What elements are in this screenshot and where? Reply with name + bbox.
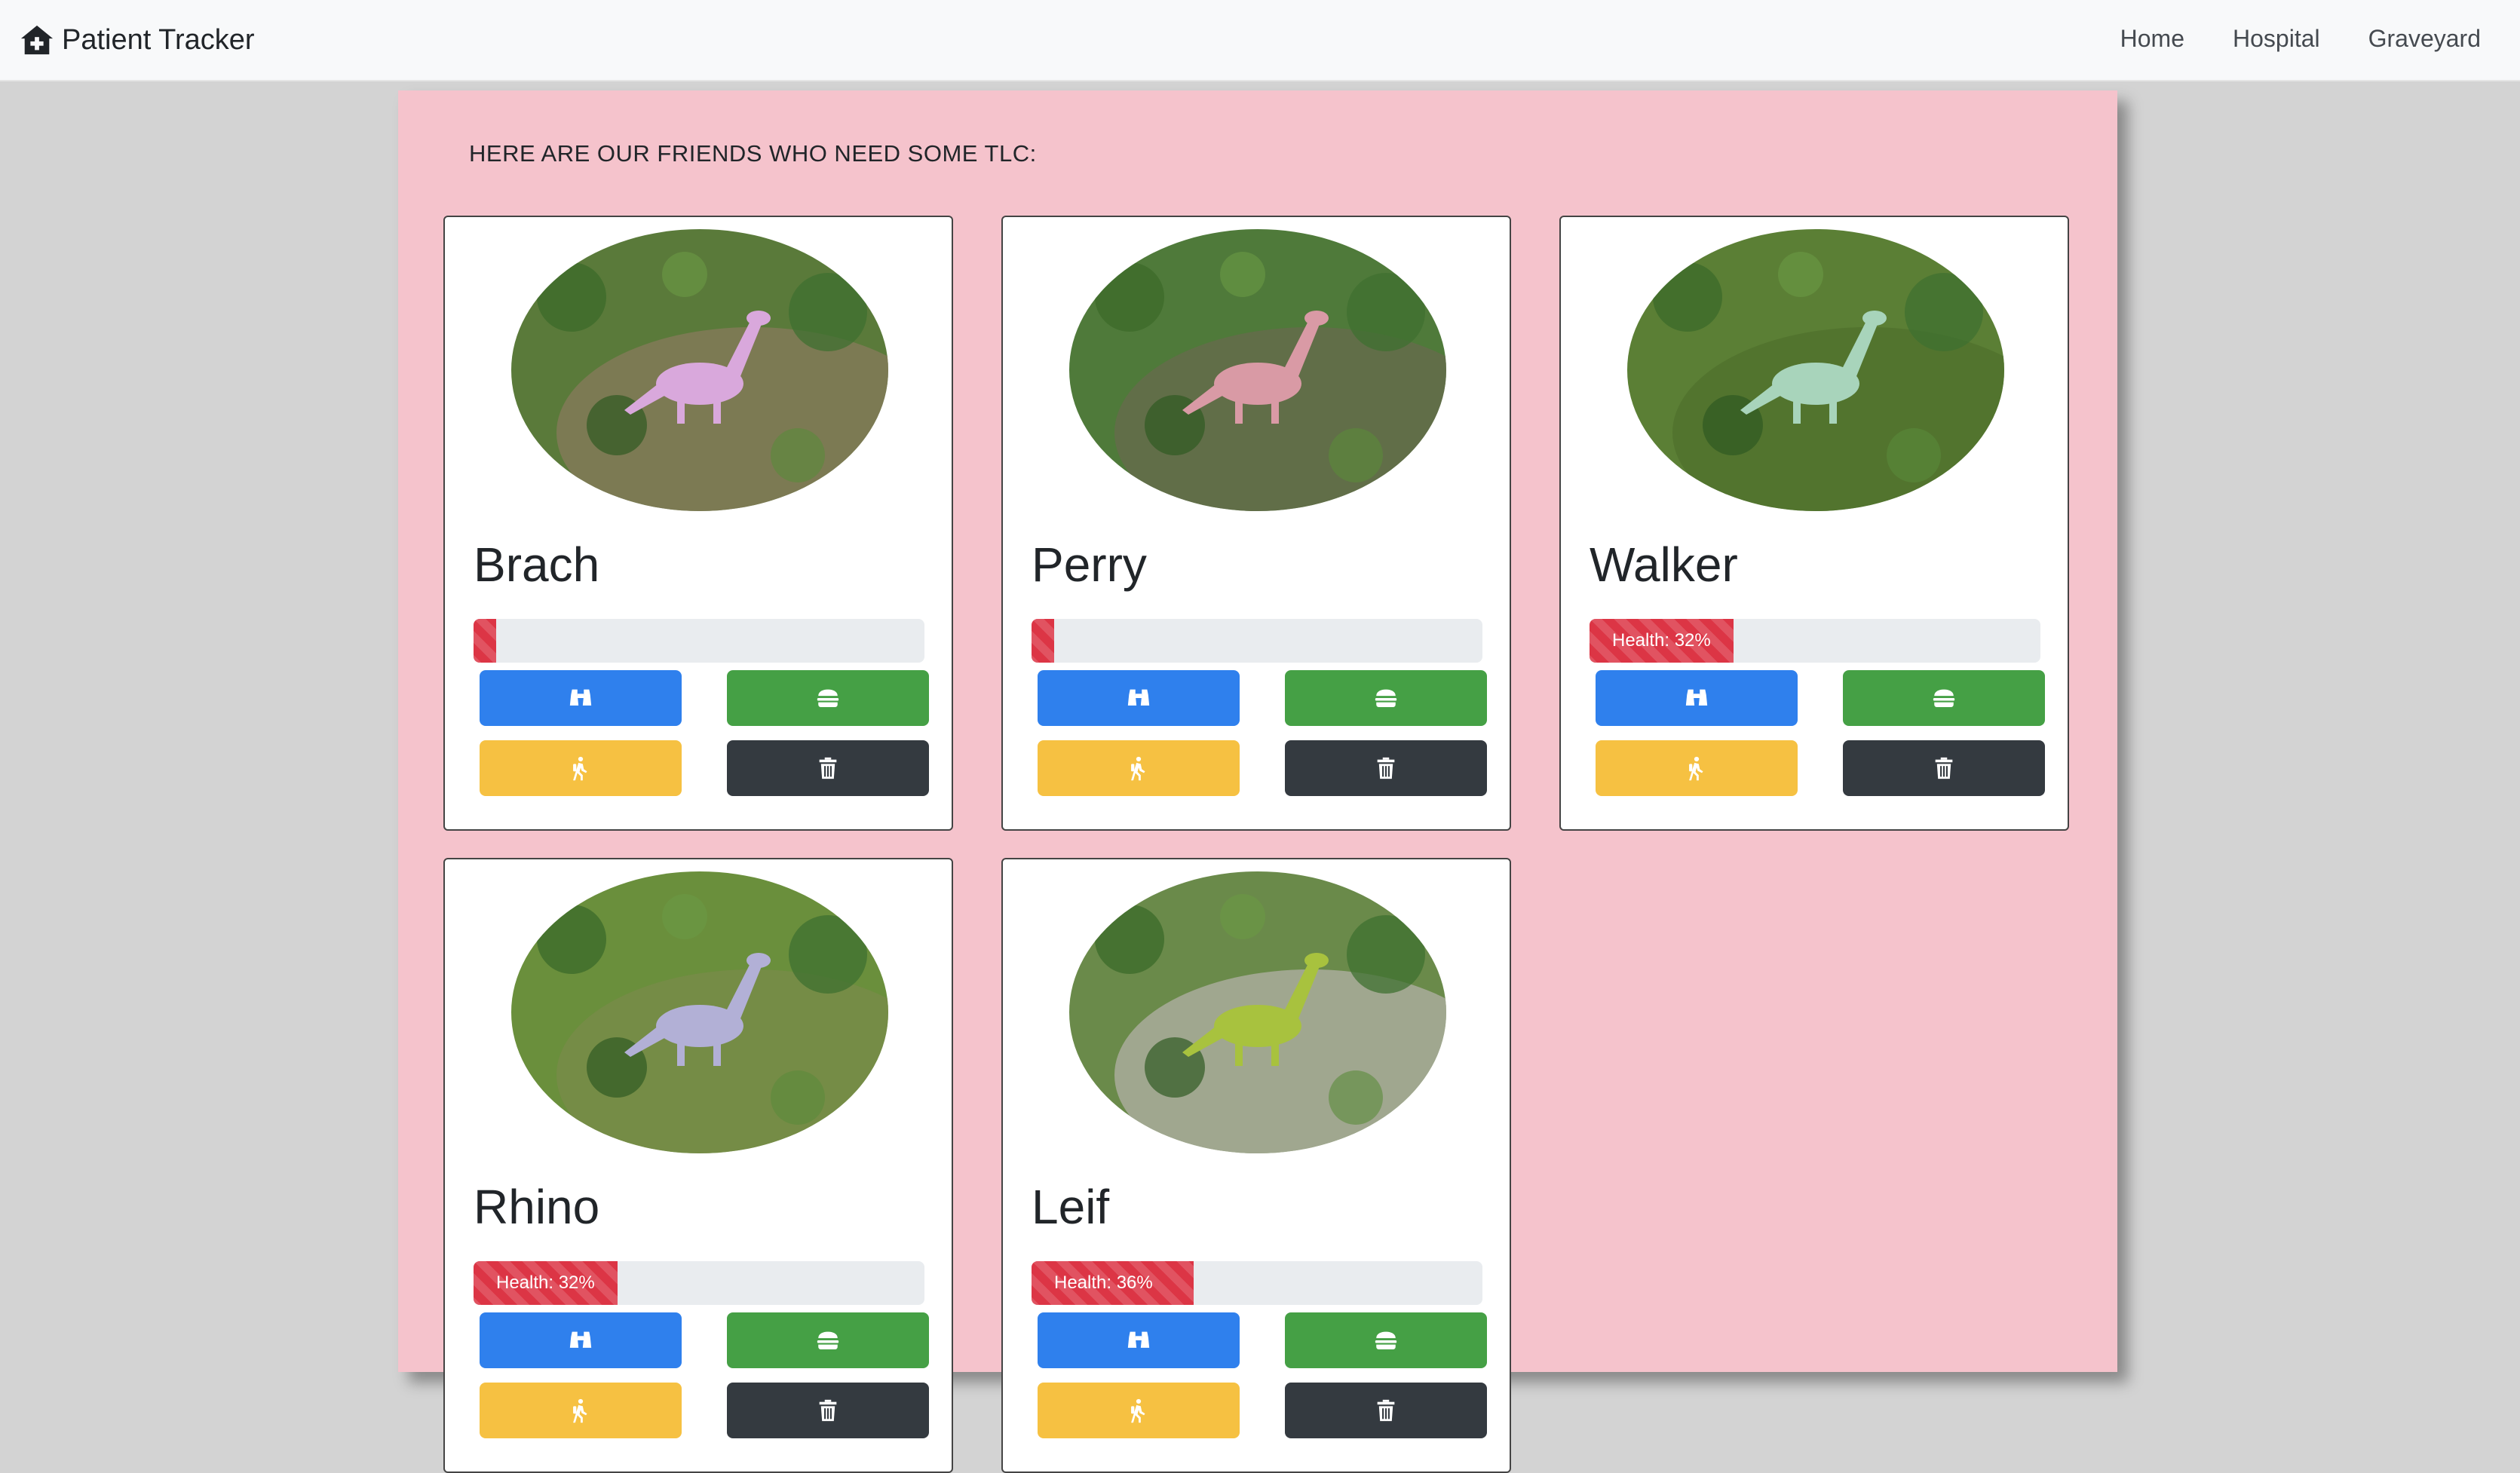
patient-card: Walker Health: 32% [1559,216,2069,831]
navbar: Patient Tracker Home Hospital Graveyard [0,0,2520,81]
feed-button[interactable] [1285,1312,1487,1368]
health-progress: Health: 1% [474,619,924,663]
trash-icon [819,1399,837,1422]
patient-photo [511,871,888,1153]
patient-photo [1069,871,1446,1153]
patient-name: Perry [1032,537,1147,592]
trash-icon [819,757,837,779]
binoculars-icon [569,1331,592,1348]
patient-name: Leif [1032,1180,1110,1234]
burger-icon [817,1331,839,1350]
health-progress-bar: Health: 1% [474,619,496,663]
patients-panel: HERE ARE OUR FRIENDS WHO NEED SOME TLC: [398,90,2117,1473]
walk-button[interactable] [1038,1383,1240,1438]
delete-button[interactable] [1843,740,2045,796]
patient-name: Brach [474,537,600,592]
patient-photo [1627,229,2004,511]
brand[interactable]: Patient Tracker [20,17,255,63]
trash-icon [1935,757,1953,779]
hiking-icon [573,1398,587,1423]
nav-link-hospital[interactable]: Hospital [2233,20,2320,57]
health-progress: Health: 32% [474,1261,924,1305]
explore-button[interactable] [480,1312,682,1368]
delete-button[interactable] [727,740,929,796]
burger-icon [1375,1331,1397,1350]
patient-photo [1069,229,1446,511]
delete-button[interactable] [1285,740,1487,796]
health-progress: Health: 36% [1032,1261,1482,1305]
hiking-icon [573,756,587,781]
hiking-icon [1131,1398,1145,1423]
explore-button[interactable] [480,670,682,726]
feed-button[interactable] [1285,670,1487,726]
health-progress-bar: Health: 5% [1032,619,1054,663]
house-medical-icon [20,25,54,55]
health-progress: Health: 5% [1032,619,1482,663]
page-heading: HERE ARE OUR FRIENDS WHO NEED SOME TLC: [469,140,1037,167]
patient-card: Perry Health: 5% [1001,216,1511,831]
brand-label: Patient Tracker [62,23,255,56]
walk-button[interactable] [480,1383,682,1438]
patient-name: Walker [1590,537,1738,592]
walk-button[interactable] [480,740,682,796]
burger-icon [1933,689,1955,708]
hiking-icon [1131,756,1145,781]
binoculars-icon [569,689,592,706]
patient-photo [511,229,888,511]
burger-icon [817,689,839,708]
health-progress: Health: 32% [1590,619,2040,663]
health-progress-bar: Health: 32% [474,1261,618,1305]
patient-card: Brach Health: 1% [443,216,953,831]
walk-button[interactable] [1038,740,1240,796]
patient-card: Rhino Health: 32% [443,858,953,1473]
health-progress-bar: Health: 32% [1590,619,1734,663]
binoculars-icon [1127,689,1150,706]
patient-name: Rhino [474,1180,600,1234]
nav-link-home[interactable]: Home [2120,20,2184,57]
delete-button[interactable] [1285,1383,1487,1438]
explore-button[interactable] [1038,670,1240,726]
feed-button[interactable] [727,1312,929,1368]
binoculars-icon [1127,1331,1150,1348]
trash-icon [1377,757,1395,779]
patient-card: Leif Health: 36% [1001,858,1511,1473]
feed-button[interactable] [1843,670,2045,726]
trash-icon [1377,1399,1395,1422]
nav-link-graveyard[interactable]: Graveyard [2368,20,2481,57]
explore-button[interactable] [1596,670,1798,726]
explore-button[interactable] [1038,1312,1240,1368]
delete-button[interactable] [727,1383,929,1438]
burger-icon [1375,689,1397,708]
feed-button[interactable] [727,670,929,726]
binoculars-icon [1685,689,1708,706]
nav-links: Home Hospital Graveyard [2120,20,2481,57]
health-progress-bar: Health: 36% [1032,1261,1194,1305]
hiking-icon [1689,756,1703,781]
walk-button[interactable] [1596,740,1798,796]
